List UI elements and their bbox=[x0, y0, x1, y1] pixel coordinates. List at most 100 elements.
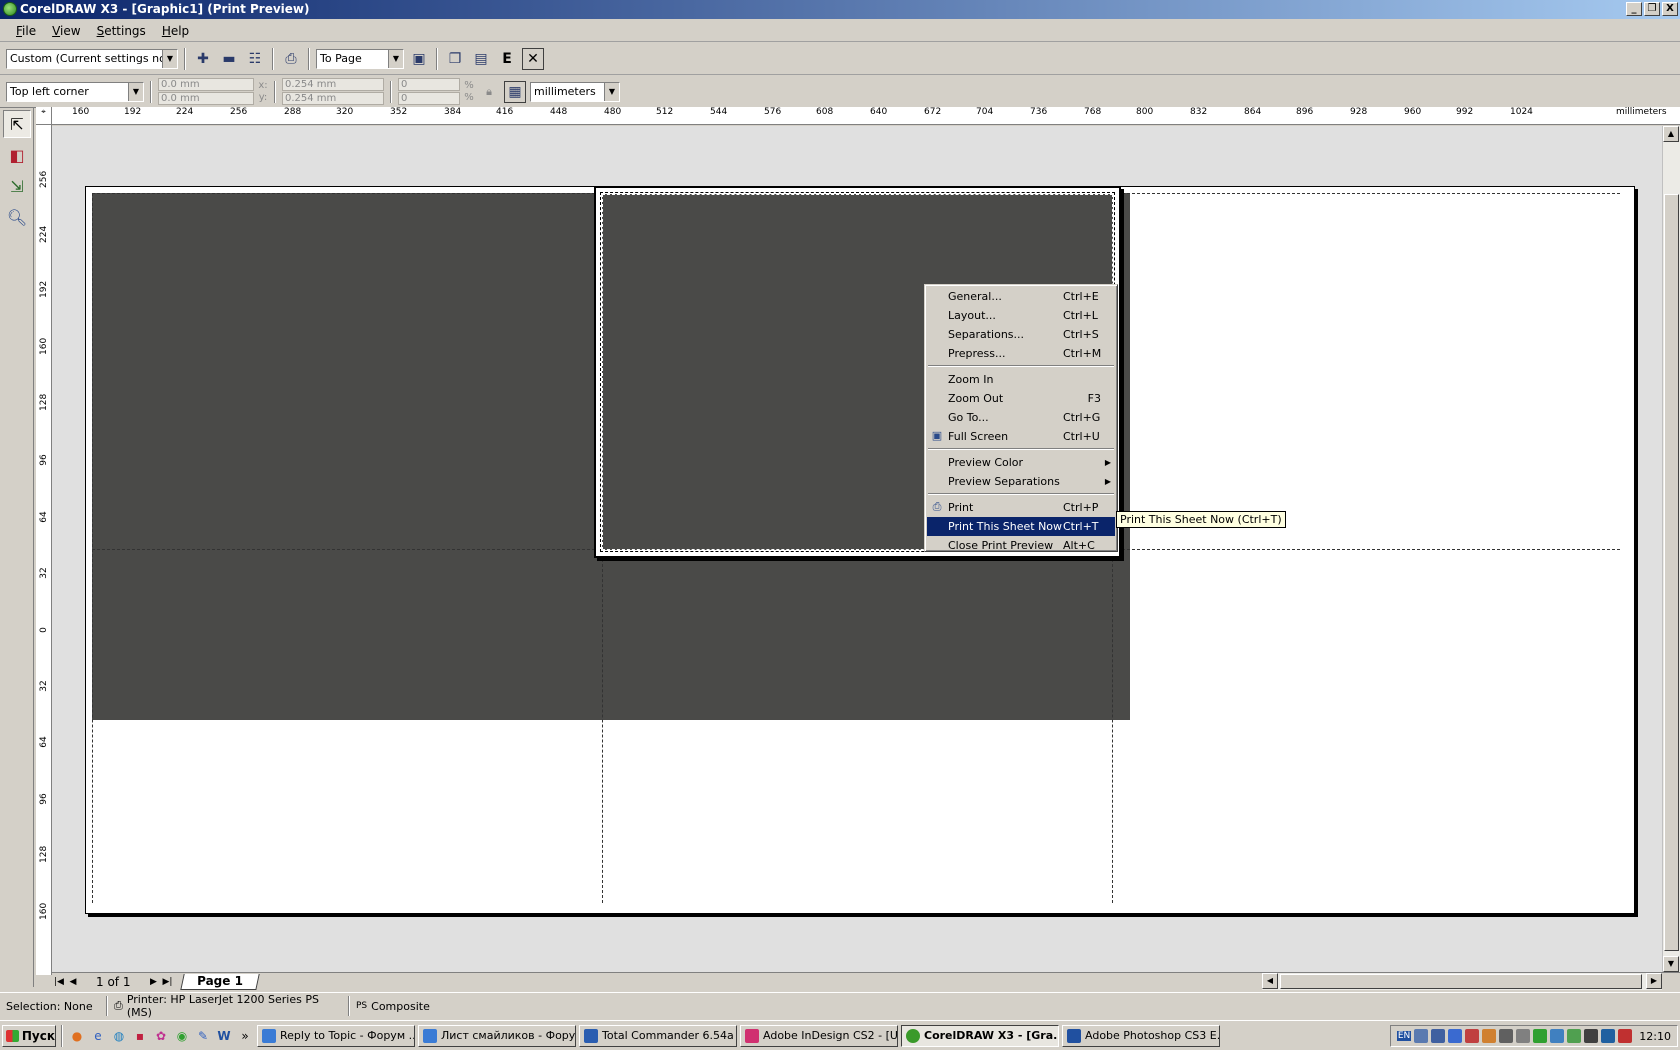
menu-view[interactable]: View bbox=[44, 24, 88, 38]
ie-icon[interactable]: e bbox=[89, 1027, 107, 1045]
pen-icon[interactable]: ✎ bbox=[194, 1027, 212, 1045]
scale-y-field[interactable]: 0 bbox=[398, 92, 460, 105]
scale-x-field[interactable]: 0 bbox=[398, 78, 460, 91]
zoom-out-icon[interactable]: ▬ bbox=[218, 48, 240, 70]
clock-sync-icon[interactable] bbox=[1567, 1029, 1582, 1043]
enable-icon[interactable]: E bbox=[496, 48, 518, 70]
task-button[interactable]: Лист смайликов - Фору... bbox=[418, 1024, 576, 1047]
shield-icon[interactable] bbox=[1601, 1029, 1616, 1043]
word-icon[interactable]: W bbox=[215, 1027, 233, 1045]
imposition-layout-tool-icon[interactable]: ◧ bbox=[3, 141, 31, 169]
page-tab[interactable]: Page 1 bbox=[180, 973, 260, 990]
menu-item-general[interactable]: General... Ctrl+E bbox=[927, 287, 1115, 306]
language-indicator[interactable]: EN bbox=[1396, 1031, 1412, 1041]
y-position-field[interactable]: 0.0 mm bbox=[158, 92, 254, 105]
menu-item-full-screen[interactable]: ▣ Full Screen Ctrl+U bbox=[927, 427, 1115, 446]
antivirus-icon[interactable] bbox=[1618, 1029, 1633, 1043]
vertical-ruler[interactable]: 256 224 192 160 128 96 64 32 0 32 64 96 … bbox=[36, 125, 52, 975]
monitor-icon[interactable] bbox=[1431, 1029, 1446, 1043]
ruler-tick: 256 bbox=[39, 170, 49, 188]
menu-help[interactable]: Help bbox=[154, 24, 197, 38]
menu-item-zoom-in[interactable]: Zoom In bbox=[927, 370, 1115, 389]
globe-icon[interactable]: ◍ bbox=[110, 1027, 128, 1045]
close-button[interactable]: X bbox=[1662, 2, 1678, 16]
print-this-sheet-icon[interactable]: ❐ bbox=[444, 48, 466, 70]
coreldraw-app-icon[interactable] bbox=[3, 2, 17, 16]
firefox-icon[interactable]: ● bbox=[68, 1027, 86, 1045]
save-icon[interactable]: ▪ bbox=[131, 1027, 149, 1045]
full-screen-icon[interactable]: ▣ bbox=[408, 48, 430, 70]
print-options-icon[interactable]: ☷ bbox=[244, 48, 266, 70]
zoom-tool-icon[interactable]: 🔍︎ bbox=[3, 203, 31, 231]
menu-item-go-to[interactable]: Go To... Ctrl+G bbox=[927, 408, 1115, 427]
menu-item-prepress[interactable]: Prepress... Ctrl+M bbox=[927, 344, 1115, 363]
task-button-active[interactable]: CorelDRAW X3 - [Gra... bbox=[901, 1024, 1059, 1047]
start-button[interactable]: Пуск bbox=[2, 1024, 56, 1047]
menu-item-preview-separations[interactable]: Preview Separations ▶ bbox=[927, 472, 1115, 491]
next-page-icon[interactable]: ▶ bbox=[146, 977, 160, 987]
restore-button[interactable]: ❐ bbox=[1644, 2, 1660, 16]
menu-item-preview-color[interactable]: Preview Color ▶ bbox=[927, 453, 1115, 472]
flower-icon[interactable]: ✿ bbox=[152, 1027, 170, 1045]
preview-canvas[interactable] bbox=[52, 126, 1662, 972]
menu-item-print[interactable]: ⎙ Print Ctrl+P bbox=[927, 498, 1115, 517]
prev-page-icon[interactable]: ◀ bbox=[66, 977, 80, 987]
minimize-button[interactable]: _ bbox=[1626, 2, 1642, 16]
units-select[interactable]: millimeters ▼ bbox=[530, 81, 620, 102]
position-select[interactable]: Top left corner ▼ bbox=[6, 81, 144, 102]
security-icon[interactable] bbox=[1465, 1029, 1480, 1043]
menu-item-separations[interactable]: Separations... Ctrl+S bbox=[927, 325, 1115, 344]
horizontal-scrollbar[interactable]: ◀ ▶ bbox=[1262, 972, 1662, 990]
menu-file[interactable]: File bbox=[8, 24, 44, 38]
chevron-down-icon[interactable]: ▼ bbox=[128, 82, 143, 101]
units-icon[interactable]: ▦ bbox=[504, 80, 526, 103]
chevron-down-icon[interactable]: ▼ bbox=[604, 82, 619, 101]
menu-item-zoom-out[interactable]: Zoom Out F3 bbox=[927, 389, 1115, 408]
task-button[interactable]: Reply to Topic - Форум ... bbox=[257, 1024, 415, 1047]
ruler-origin[interactable]: ⌖ bbox=[36, 107, 52, 125]
print-style-select[interactable]: Custom (Current settings not s... ▼ bbox=[6, 48, 178, 69]
first-page-icon[interactable]: |◀ bbox=[52, 977, 66, 987]
width-field[interactable]: 0.254 mm bbox=[282, 78, 384, 91]
task-button[interactable]: Adobe InDesign CS2 - [U... bbox=[740, 1024, 898, 1047]
menu-item-print-this-sheet[interactable]: Print This Sheet Now Ctrl+T bbox=[927, 517, 1115, 536]
pick-tool-icon[interactable]: ⇱ bbox=[3, 110, 31, 138]
height-field[interactable]: 0.254 mm bbox=[282, 92, 384, 105]
menu-item-close-print-preview[interactable]: Close Print Preview Alt+C bbox=[927, 536, 1115, 555]
menu-item-layout[interactable]: Layout... Ctrl+L bbox=[927, 306, 1115, 325]
marks-placement-tool-icon[interactable]: ⇲ bbox=[3, 172, 31, 200]
separations-icon[interactable]: ▤ bbox=[470, 48, 492, 70]
x-position-field[interactable]: 0.0 mm bbox=[158, 78, 254, 91]
task-button[interactable]: Total Commander 6.54a ... bbox=[579, 1024, 737, 1047]
display-icon[interactable] bbox=[1448, 1029, 1463, 1043]
printer-status[interactable]: ⎙ Printer: HP LaserJet 1200 Series PS (M… bbox=[108, 993, 348, 1019]
print-icon[interactable]: ⎙ bbox=[280, 48, 302, 70]
close-icon[interactable]: ✕ bbox=[522, 47, 544, 70]
messenger-icon[interactable] bbox=[1550, 1029, 1565, 1043]
last-page-icon[interactable]: ▶| bbox=[160, 977, 174, 987]
corel-icon[interactable]: ◉ bbox=[173, 1027, 191, 1045]
scroll-up-icon[interactable]: ▲ bbox=[1663, 126, 1679, 142]
more-icon[interactable]: » bbox=[236, 1027, 254, 1045]
keyboard-icon[interactable] bbox=[1516, 1029, 1531, 1043]
menu-settings[interactable]: Settings bbox=[89, 24, 154, 38]
utorrent-icon[interactable] bbox=[1533, 1029, 1548, 1043]
task-button[interactable]: Adobe Photoshop CS3 E... bbox=[1062, 1024, 1220, 1047]
lock-ratio-icon[interactable]: 🔒︎ bbox=[478, 81, 500, 103]
scroll-left-icon[interactable]: ◀ bbox=[1262, 973, 1278, 989]
chevron-down-icon[interactable]: ▼ bbox=[162, 49, 177, 68]
scroll-right-icon[interactable]: ▶ bbox=[1646, 973, 1662, 989]
vertical-scrollbar[interactable]: ▲ ▼ bbox=[1662, 126, 1680, 972]
horizontal-scroll-thumb[interactable] bbox=[1280, 974, 1642, 989]
network-icon[interactable] bbox=[1414, 1029, 1429, 1043]
vertical-scroll-thumb[interactable] bbox=[1664, 194, 1679, 951]
scroll-down-icon[interactable]: ▼ bbox=[1663, 956, 1679, 972]
zoom-select[interactable]: To Page ▼ bbox=[316, 48, 404, 69]
zoom-in-icon[interactable]: ✚ bbox=[192, 48, 214, 70]
start-label: Пуск bbox=[21, 1028, 55, 1043]
bug-icon[interactable] bbox=[1584, 1029, 1599, 1043]
horizontal-ruler[interactable]: 160 192 224 256 288 320 352 384 416 448 … bbox=[52, 107, 1680, 125]
update-icon[interactable] bbox=[1482, 1029, 1497, 1043]
printer-tray-icon[interactable] bbox=[1499, 1029, 1514, 1043]
chevron-down-icon[interactable]: ▼ bbox=[388, 49, 403, 68]
